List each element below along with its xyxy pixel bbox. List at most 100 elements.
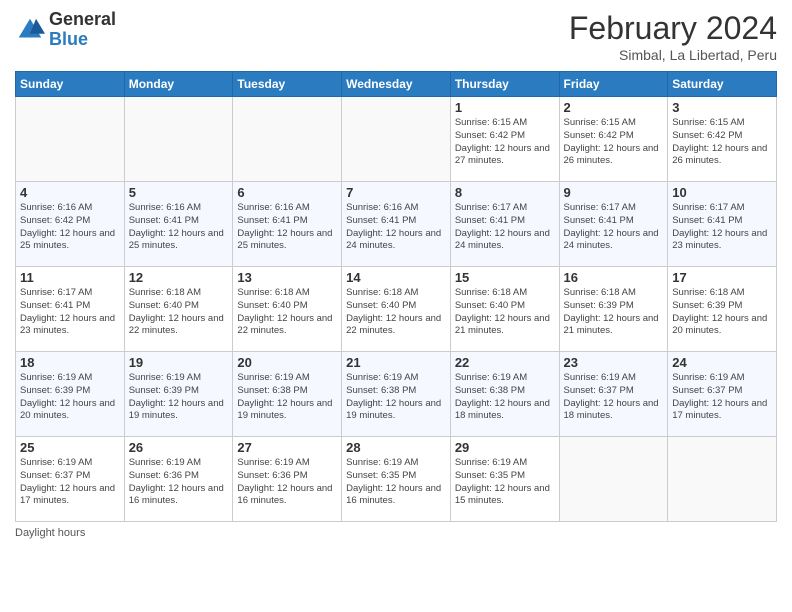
calendar-week-row: 25 Sunrise: 6:19 AM Sunset: 6:37 PM Dayli… (16, 437, 777, 522)
calendar-day-cell: 15 Sunrise: 6:18 AM Sunset: 6:40 PM Dayli… (450, 267, 559, 352)
calendar-day-cell (233, 97, 342, 182)
day-number: 22 (455, 355, 555, 370)
day-number: 6 (237, 185, 337, 200)
calendar-day-cell: 19 Sunrise: 6:19 AM Sunset: 6:39 PM Dayli… (124, 352, 233, 437)
month-title: February 2024 (569, 10, 777, 47)
logo-text: General Blue (49, 10, 116, 50)
title-block: February 2024 Simbal, La Libertad, Peru (569, 10, 777, 63)
calendar-day-cell: 9 Sunrise: 6:17 AM Sunset: 6:41 PM Daylig… (559, 182, 668, 267)
day-info: Sunrise: 6:19 AM Sunset: 6:35 PM Dayligh… (346, 457, 446, 508)
day-info: Sunrise: 6:19 AM Sunset: 6:37 PM Dayligh… (564, 372, 664, 423)
calendar-day-cell: 10Sunrise: 6:17 AM Sunset: 6:41 PM Dayli… (668, 182, 777, 267)
day-number: 3 (672, 100, 772, 115)
calendar-week-row: 18Sunrise: 6:19 AM Sunset: 6:39 PM Dayli… (16, 352, 777, 437)
day-info: Sunrise: 6:18 AM Sunset: 6:40 PM Dayligh… (455, 287, 555, 338)
day-info: Sunrise: 6:19 AM Sunset: 6:37 PM Dayligh… (20, 457, 120, 508)
day-info: Sunrise: 6:17 AM Sunset: 6:41 PM Dayligh… (455, 202, 555, 253)
calendar-day-header: Friday (559, 72, 668, 97)
day-info: Sunrise: 6:18 AM Sunset: 6:39 PM Dayligh… (672, 287, 772, 338)
day-number: 10 (672, 185, 772, 200)
day-number: 9 (564, 185, 664, 200)
calendar-day-cell: 25 Sunrise: 6:19 AM Sunset: 6:37 PM Dayli… (16, 437, 125, 522)
calendar-day-header: Monday (124, 72, 233, 97)
calendar-day-cell (124, 97, 233, 182)
calendar-day-cell (668, 437, 777, 522)
day-info: Sunrise: 6:19 AM Sunset: 6:38 PM Dayligh… (455, 372, 555, 423)
day-number: 28 (346, 440, 446, 455)
day-info: Sunrise: 6:17 AM Sunset: 6:41 PM Dayligh… (564, 202, 664, 253)
calendar-day-cell: 14 Sunrise: 6:18 AM Sunset: 6:40 PM Dayli… (342, 267, 451, 352)
day-number: 13 (237, 270, 337, 285)
calendar-day-cell: 16Sunrise: 6:18 AM Sunset: 6:39 PM Dayli… (559, 267, 668, 352)
footer: Daylight hours (15, 527, 777, 539)
day-info: Sunrise: 6:16 AM Sunset: 6:41 PM Dayligh… (129, 202, 229, 253)
calendar-day-cell (342, 97, 451, 182)
calendar-day-cell: 12 Sunrise: 6:18 AM Sunset: 6:40 PM Dayli… (124, 267, 233, 352)
day-info: Sunrise: 6:15 AM Sunset: 6:42 PM Dayligh… (564, 117, 664, 168)
calendar-day-header: Sunday (16, 72, 125, 97)
day-info: Sunrise: 6:15 AM Sunset: 6:42 PM Dayligh… (672, 117, 772, 168)
location: Simbal, La Libertad, Peru (569, 47, 777, 63)
day-number: 19 (129, 355, 229, 370)
day-info: Sunrise: 6:18 AM Sunset: 6:40 PM Dayligh… (346, 287, 446, 338)
day-number: 4 (20, 185, 120, 200)
calendar-day-cell: 23 Sunrise: 6:19 AM Sunset: 6:37 PM Dayli… (559, 352, 668, 437)
calendar-week-row: 4Sunrise: 6:16 AM Sunset: 6:42 PM Daylig… (16, 182, 777, 267)
day-number: 2 (564, 100, 664, 115)
calendar-day-cell (16, 97, 125, 182)
day-number: 25 (20, 440, 120, 455)
day-number: 8 (455, 185, 555, 200)
daylight-label: Daylight hours (15, 527, 85, 539)
calendar-day-cell (559, 437, 668, 522)
page: General Blue February 2024 Simbal, La Li… (0, 0, 792, 612)
day-info: Sunrise: 6:19 AM Sunset: 6:37 PM Dayligh… (672, 372, 772, 423)
calendar-day-cell: 20Sunrise: 6:19 AM Sunset: 6:38 PM Dayli… (233, 352, 342, 437)
day-number: 20 (237, 355, 337, 370)
day-info: Sunrise: 6:18 AM Sunset: 6:40 PM Dayligh… (237, 287, 337, 338)
logo-icon (15, 15, 45, 45)
calendar-week-row: 11 Sunrise: 6:17 AM Sunset: 6:41 PM Dayli… (16, 267, 777, 352)
day-number: 5 (129, 185, 229, 200)
day-info: Sunrise: 6:17 AM Sunset: 6:41 PM Dayligh… (20, 287, 120, 338)
day-info: Sunrise: 6:18 AM Sunset: 6:40 PM Dayligh… (129, 287, 229, 338)
calendar-day-cell: 21 Sunrise: 6:19 AM Sunset: 6:38 PM Dayli… (342, 352, 451, 437)
logo-blue: Blue (49, 30, 116, 50)
header: General Blue February 2024 Simbal, La Li… (15, 10, 777, 63)
calendar-day-cell: 3 Sunrise: 6:15 AM Sunset: 6:42 PM Daylig… (668, 97, 777, 182)
calendar-day-cell: 24 Sunrise: 6:19 AM Sunset: 6:37 PM Dayli… (668, 352, 777, 437)
day-number: 24 (672, 355, 772, 370)
day-number: 27 (237, 440, 337, 455)
day-number: 26 (129, 440, 229, 455)
calendar-day-cell: 26 Sunrise: 6:19 AM Sunset: 6:36 PM Dayli… (124, 437, 233, 522)
calendar-day-cell: 29Sunrise: 6:19 AM Sunset: 6:35 PM Dayli… (450, 437, 559, 522)
day-number: 17 (672, 270, 772, 285)
logo: General Blue (15, 10, 116, 50)
day-info: Sunrise: 6:19 AM Sunset: 6:36 PM Dayligh… (129, 457, 229, 508)
day-number: 12 (129, 270, 229, 285)
day-number: 14 (346, 270, 446, 285)
day-info: Sunrise: 6:16 AM Sunset: 6:41 PM Dayligh… (237, 202, 337, 253)
logo-general: General (49, 10, 116, 30)
day-number: 11 (20, 270, 120, 285)
calendar-header-row: SundayMondayTuesdayWednesdayThursdayFrid… (16, 72, 777, 97)
calendar-day-cell: 4Sunrise: 6:16 AM Sunset: 6:42 PM Daylig… (16, 182, 125, 267)
calendar-day-cell: 28 Sunrise: 6:19 AM Sunset: 6:35 PM Dayli… (342, 437, 451, 522)
day-info: Sunrise: 6:19 AM Sunset: 6:39 PM Dayligh… (129, 372, 229, 423)
calendar-day-header: Thursday (450, 72, 559, 97)
day-info: Sunrise: 6:19 AM Sunset: 6:38 PM Dayligh… (346, 372, 446, 423)
day-info: Sunrise: 6:15 AM Sunset: 6:42 PM Dayligh… (455, 117, 555, 168)
calendar-day-cell: 8 Sunrise: 6:17 AM Sunset: 6:41 PM Daylig… (450, 182, 559, 267)
calendar-day-cell: 13 Sunrise: 6:18 AM Sunset: 6:40 PM Dayli… (233, 267, 342, 352)
day-number: 23 (564, 355, 664, 370)
day-number: 21 (346, 355, 446, 370)
day-info: Sunrise: 6:19 AM Sunset: 6:39 PM Dayligh… (20, 372, 120, 423)
calendar-day-cell: 7Sunrise: 6:16 AM Sunset: 6:41 PM Daylig… (342, 182, 451, 267)
day-number: 1 (455, 100, 555, 115)
day-info: Sunrise: 6:19 AM Sunset: 6:35 PM Dayligh… (455, 457, 555, 508)
calendar-day-header: Saturday (668, 72, 777, 97)
day-info: Sunrise: 6:18 AM Sunset: 6:39 PM Dayligh… (564, 287, 664, 338)
day-number: 15 (455, 270, 555, 285)
calendar-day-cell: 5 Sunrise: 6:16 AM Sunset: 6:41 PM Daylig… (124, 182, 233, 267)
calendar-day-cell: 17 Sunrise: 6:18 AM Sunset: 6:39 PM Dayli… (668, 267, 777, 352)
calendar-day-cell: 27Sunrise: 6:19 AM Sunset: 6:36 PM Dayli… (233, 437, 342, 522)
